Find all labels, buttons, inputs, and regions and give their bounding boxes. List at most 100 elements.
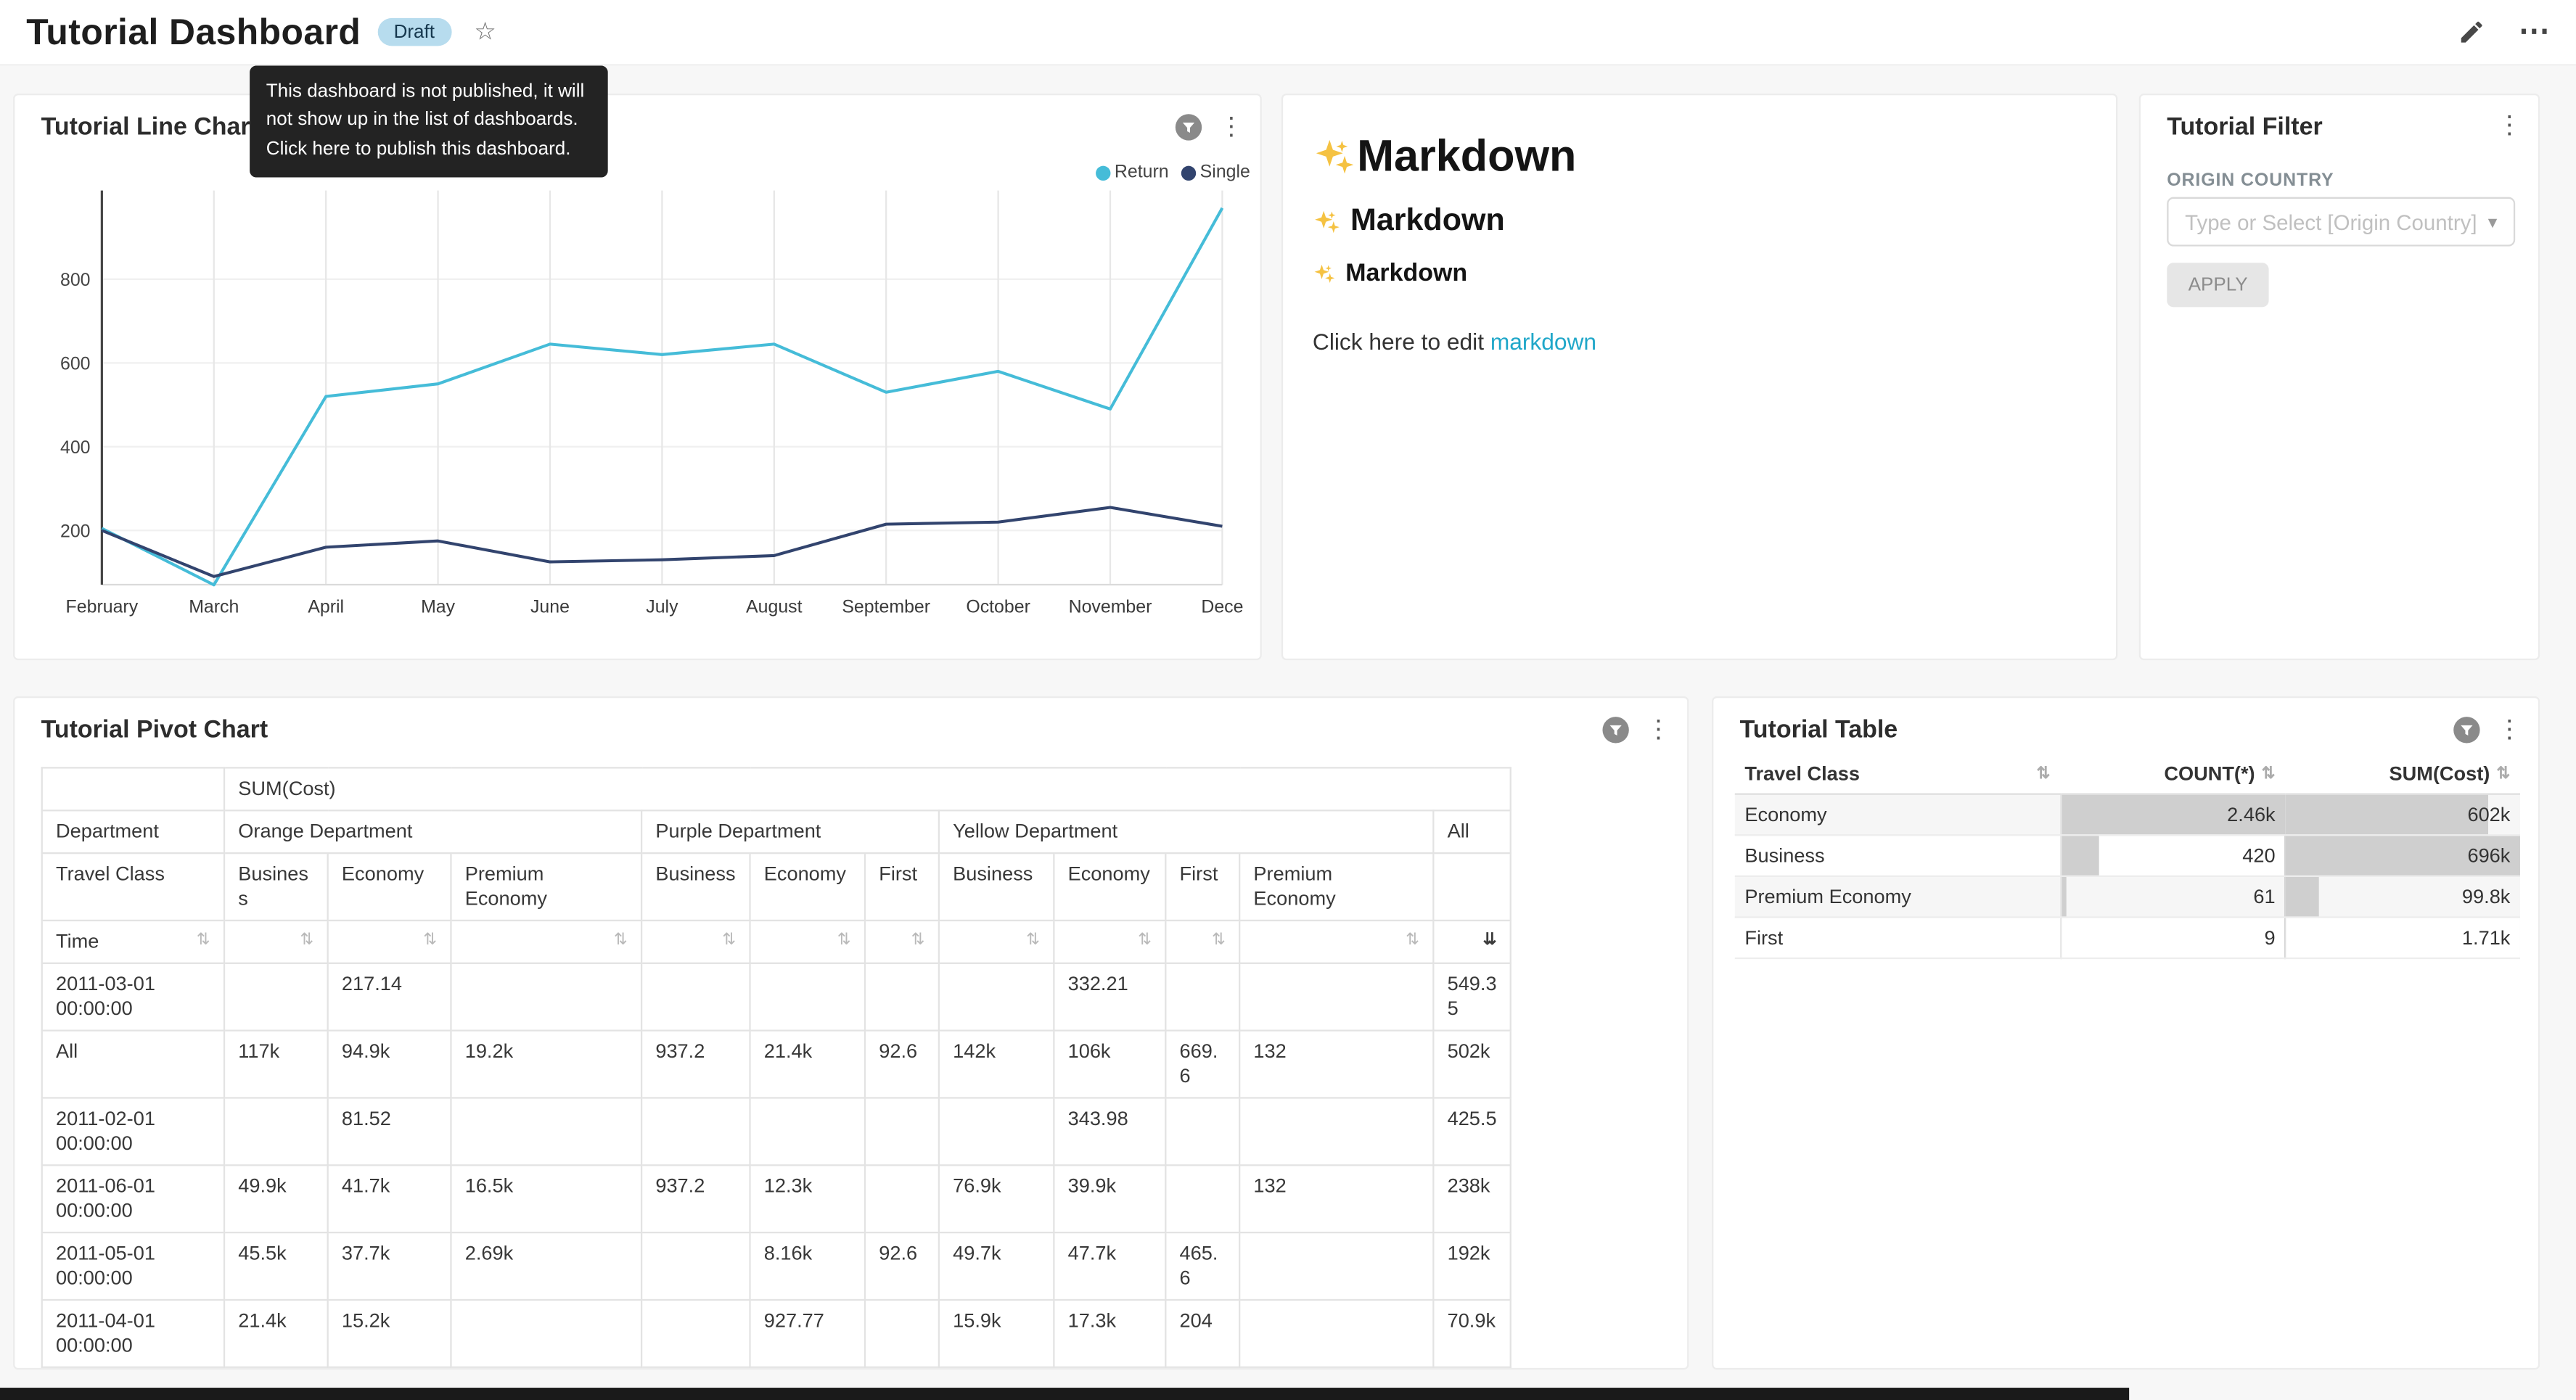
legend-label: Return xyxy=(1115,162,1169,182)
pivot-row: 2011-05-01 00:00:0045.5k37.7k2.69k8.16k9… xyxy=(42,1232,1511,1300)
legend-dot-icon xyxy=(1182,165,1197,180)
sort-icon[interactable]: ⇅ xyxy=(911,929,925,950)
pivot-class-header: Economy xyxy=(750,853,865,921)
pivot-value-cell: 132 xyxy=(1239,1031,1433,1098)
pivot-value-cell: 465.6 xyxy=(1165,1232,1239,1300)
line-chart-card: Tutorial Line Chart ⋮ ReturnSingle 20040… xyxy=(13,94,1262,660)
sparkles-icon xyxy=(1313,136,1357,178)
cross-filter-icon[interactable] xyxy=(2453,716,2480,744)
edit-markdown-link[interactable]: markdown xyxy=(1490,329,1596,355)
column-header[interactable]: SUM(Cost)⇅ xyxy=(2285,754,2520,794)
pivot-value-cell xyxy=(865,1098,939,1165)
pivot-value-cell: 132 xyxy=(1239,1165,1433,1232)
bottom-bar xyxy=(0,1388,2129,1400)
pivot-value-cell: 332.21 xyxy=(1054,963,1165,1031)
count-cell: 2.46k xyxy=(2060,794,2285,836)
sort-icon[interactable]: ⇅ xyxy=(2496,765,2510,783)
markdown-h3: Markdown xyxy=(1313,260,2086,287)
svg-text:200: 200 xyxy=(60,521,91,541)
pivot-value-cell: 15.9k xyxy=(939,1300,1054,1367)
sort-icon[interactable]: ⇅ xyxy=(1212,929,1226,950)
pivot-class-header: Economy xyxy=(328,853,451,921)
sort-icon[interactable]: ⇅ xyxy=(300,929,313,950)
sort-icon[interactable]: ⇅ xyxy=(197,929,210,950)
cross-filter-icon[interactable] xyxy=(1175,113,1202,141)
sort-icon[interactable]: ⇅ xyxy=(1026,929,1040,950)
pivot-class-header: Premium Economy xyxy=(1239,853,1433,921)
kebab-menu-icon[interactable]: ⋮ xyxy=(1646,717,1671,742)
pivot-row-label: 2011-02-01 00:00:00 xyxy=(42,1098,224,1165)
pivot-value-cell: 21.4k xyxy=(750,1031,865,1098)
sort-icon[interactable]: ⇅ xyxy=(423,929,437,950)
pivot-value-cell: 49.9k xyxy=(224,1165,328,1232)
kebab-menu-icon[interactable]: ⋮ xyxy=(2497,113,2522,138)
pivot-sort-cell: ⇅ xyxy=(1165,921,1239,963)
pivot-value-cell: 81.52 xyxy=(328,1098,451,1165)
apply-button[interactable]: APPLY xyxy=(2167,263,2269,307)
edit-pencil-icon[interactable] xyxy=(2458,18,2485,46)
travel-class-cell: Economy xyxy=(1735,794,2060,836)
select-placeholder: Type or Select [Origin Country] xyxy=(2185,210,2477,234)
sort-icon[interactable]: ⇅ xyxy=(837,929,851,950)
table-row[interactable]: Business420696k xyxy=(1735,835,2520,876)
pivot-value-cell: 76.9k xyxy=(939,1165,1054,1232)
pivot-value-cell xyxy=(1239,1098,1433,1165)
table-row[interactable]: First91.71k xyxy=(1735,917,2520,958)
pivot-group-header: Purple Department xyxy=(641,810,939,853)
sort-icon[interactable]: ⇅ xyxy=(2036,765,2050,783)
favorite-star-icon[interactable]: ☆ xyxy=(474,20,496,44)
pivot-class-header: Premium Economy xyxy=(451,853,641,921)
pivot-value-cell xyxy=(865,1165,939,1232)
kebab-menu-icon[interactable]: ⋮ xyxy=(2497,717,2522,742)
pivot-value-cell: 37.7k xyxy=(328,1232,451,1300)
legend-item[interactable]: Return xyxy=(1096,162,1169,182)
pivot-value-cell: 16.5k xyxy=(451,1165,641,1232)
legend-item[interactable]: Single xyxy=(1182,162,1250,182)
pivot-class-header: Business xyxy=(224,853,328,921)
filter-card: Tutorial Filter ⋮ ORIGIN COUNTRY Type or… xyxy=(2139,94,2540,660)
pivot-value-cell xyxy=(750,963,865,1031)
pivot-row-label: 2011-06-01 00:00:00 xyxy=(42,1165,224,1232)
pivot-value-cell xyxy=(451,1098,641,1165)
sort-icon[interactable]: ⇅ xyxy=(722,929,736,950)
origin-country-select[interactable]: Type or Select [Origin Country] ▾ xyxy=(2167,197,2515,247)
pivot-value-cell: 15.2k xyxy=(328,1300,451,1367)
sort-icon[interactable]: ⇅ xyxy=(614,929,628,950)
more-options-icon[interactable]: ⋯ xyxy=(2519,17,2550,48)
legend-dot-icon xyxy=(1096,165,1111,180)
svg-text:April: April xyxy=(308,596,344,617)
pivot-department-header: Department xyxy=(42,810,224,853)
pivot-value-cell: 117k xyxy=(224,1031,328,1098)
pivot-sort-cell: ⇅ xyxy=(641,921,750,963)
sort-icon[interactable]: ⇅ xyxy=(1406,929,1419,950)
table-row[interactable]: Premium Economy6199.8k xyxy=(1735,876,2520,918)
pivot-row-label: 2011-04-01 00:00:00 xyxy=(42,1300,224,1367)
sort-icon[interactable]: ⇊ xyxy=(1483,929,1497,950)
publish-tooltip: This dashboard is not published, it will… xyxy=(250,66,608,177)
sum-cost-cell: 696k xyxy=(2285,835,2520,876)
cross-filter-icon[interactable] xyxy=(1601,716,1629,744)
pivot-sort-cell: ⇅ xyxy=(1054,921,1165,963)
pivot-value-cell: 47.7k xyxy=(1054,1232,1165,1300)
svg-text:September: September xyxy=(842,596,930,617)
pivot-value-cell xyxy=(451,1300,641,1367)
draft-badge[interactable]: Draft xyxy=(377,18,451,46)
edit-prefix-text: Click here to edit xyxy=(1313,329,1484,355)
pivot-class-header: First xyxy=(1165,853,1239,921)
column-header[interactable]: Travel Class⇅ xyxy=(1735,754,2060,794)
kebab-menu-icon[interactable]: ⋮ xyxy=(1219,115,1244,139)
pivot-value-cell: 927.77 xyxy=(750,1300,865,1367)
sort-icon[interactable]: ⇅ xyxy=(1138,929,1152,950)
table-title: Tutorial Table xyxy=(1740,716,1898,744)
pivot-value-cell: 19.2k xyxy=(451,1031,641,1098)
pivot-value-cell: 92.6 xyxy=(865,1232,939,1300)
sparkles-icon xyxy=(1313,262,1345,285)
svg-text:600: 600 xyxy=(60,353,91,374)
column-header[interactable]: COUNT(*)⇅ xyxy=(2060,754,2285,794)
pivot-value-cell: 192k xyxy=(1433,1232,1510,1300)
pivot-sort-cell: ⇅ xyxy=(328,921,451,963)
pivot-value-cell xyxy=(224,963,328,1031)
table-row[interactable]: Economy2.46k602k xyxy=(1735,794,2520,836)
pivot-value-cell xyxy=(224,1098,328,1165)
sort-icon[interactable]: ⇅ xyxy=(2262,765,2276,783)
